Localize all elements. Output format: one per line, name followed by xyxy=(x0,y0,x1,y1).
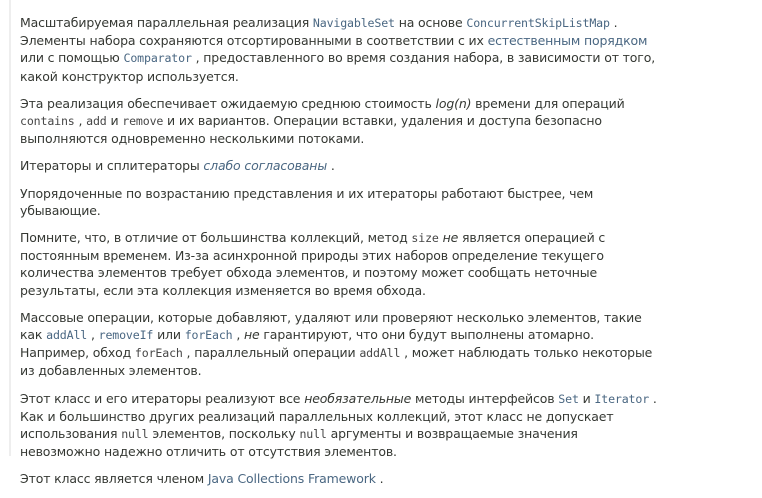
code-text: size xyxy=(411,231,439,246)
text: Эта реализация обеспечивает ожидаемую ср… xyxy=(20,95,436,111)
link-comparator[interactable]: Comparator xyxy=(124,50,192,65)
link-естественным-порядком[interactable]: естественным порядком xyxy=(488,33,648,48)
text: Упорядоченные по возрастанию представлен… xyxy=(20,185,594,218)
left-border-rule xyxy=(9,0,11,456)
link-text: естественным порядком xyxy=(487,33,648,49)
link-iterator[interactable]: Iterator xyxy=(594,391,649,406)
link-text: NavigableSet xyxy=(312,16,395,30)
link-set[interactable]: Set xyxy=(558,391,579,406)
link-text: слабо согласованы xyxy=(203,158,328,174)
link-navigableset[interactable]: NavigableSet xyxy=(313,15,395,30)
link-text: Comparator xyxy=(123,51,192,66)
text: или с помощью xyxy=(20,50,124,66)
paragraph-cost: Эта реализация обеспечивает ожидаемую ср… xyxy=(20,95,660,148)
link-addall[interactable]: addAll xyxy=(46,327,87,342)
text: элементов, поскольку xyxy=(148,426,300,442)
text: Этот класс и его итераторы реализуют все xyxy=(20,390,305,406)
text: и xyxy=(106,113,123,129)
text: , параллельный операции xyxy=(182,345,360,361)
text: . xyxy=(375,471,384,487)
text: , xyxy=(87,327,99,343)
link-concurrentskiplistmap[interactable]: ConcurrentSkipListMap xyxy=(466,15,610,30)
text: на основе xyxy=(394,15,467,30)
paragraph-ascending: Упорядоченные по возрастанию представлен… xyxy=(20,185,660,219)
link-text: Iterator xyxy=(594,391,650,406)
text: Итераторы и сплитераторы xyxy=(20,158,204,174)
code-text: remove xyxy=(122,114,164,129)
link-слабо-согласованы[interactable]: слабо согласованы xyxy=(203,158,327,173)
text: Этот класс является членом xyxy=(20,471,208,487)
link-foreach[interactable]: forEach xyxy=(185,327,233,342)
text: Масштабируемая параллельная реализация xyxy=(20,15,313,30)
text: . xyxy=(327,158,335,174)
paragraph-bulk: Массовые операции, которые добавляют, уд… xyxy=(20,309,660,380)
emphasis-text: log(n) xyxy=(435,95,472,111)
text: времени для операций xyxy=(471,95,625,111)
emphasis-text: не xyxy=(442,230,459,246)
text: Помните, что, в отличие от большинства к… xyxy=(20,230,412,246)
link-text: Set xyxy=(558,391,579,406)
text: или xyxy=(153,327,185,343)
paragraph-iterators: Итераторы и сплитераторы слабо согласова… xyxy=(20,157,660,174)
text: , xyxy=(74,113,87,129)
link-text: forEach xyxy=(184,328,233,343)
emphasis-text: необязательные xyxy=(304,390,412,406)
text: , xyxy=(232,327,244,343)
link-text: Java Collections Framework xyxy=(207,471,376,487)
description-block: Масштабируемая параллельная реализация N… xyxy=(20,14,660,498)
code-text: forEach xyxy=(134,346,183,361)
code-text: add xyxy=(86,114,107,129)
emphasis-text: не xyxy=(243,327,260,343)
link-text: removeIf xyxy=(98,328,154,343)
code-text: addAll xyxy=(359,346,401,361)
paragraph-optional: Этот класс и его итераторы реализуют все… xyxy=(20,390,660,461)
code-text: null xyxy=(299,427,327,442)
paragraph-framework: Этот класс является членом Java Collecti… xyxy=(20,470,660,487)
paragraph-intro: Масштабируемая параллельная реализация N… xyxy=(20,14,660,85)
class-description: Масштабируемая параллельная реализация N… xyxy=(0,0,762,486)
link-java-collections-framework[interactable]: Java Collections Framework xyxy=(208,471,376,486)
code-text: contains xyxy=(20,114,75,129)
code-text: null xyxy=(121,427,149,442)
paragraph-size: Помните, что, в отличие от большинства к… xyxy=(20,229,660,299)
link-text: ConcurrentSkipListMap xyxy=(466,16,610,30)
text: методы интерфейсов xyxy=(411,390,559,406)
text: и xyxy=(578,390,595,406)
link-removeif[interactable]: removeIf xyxy=(99,327,154,342)
link-text: addAll xyxy=(46,328,88,343)
